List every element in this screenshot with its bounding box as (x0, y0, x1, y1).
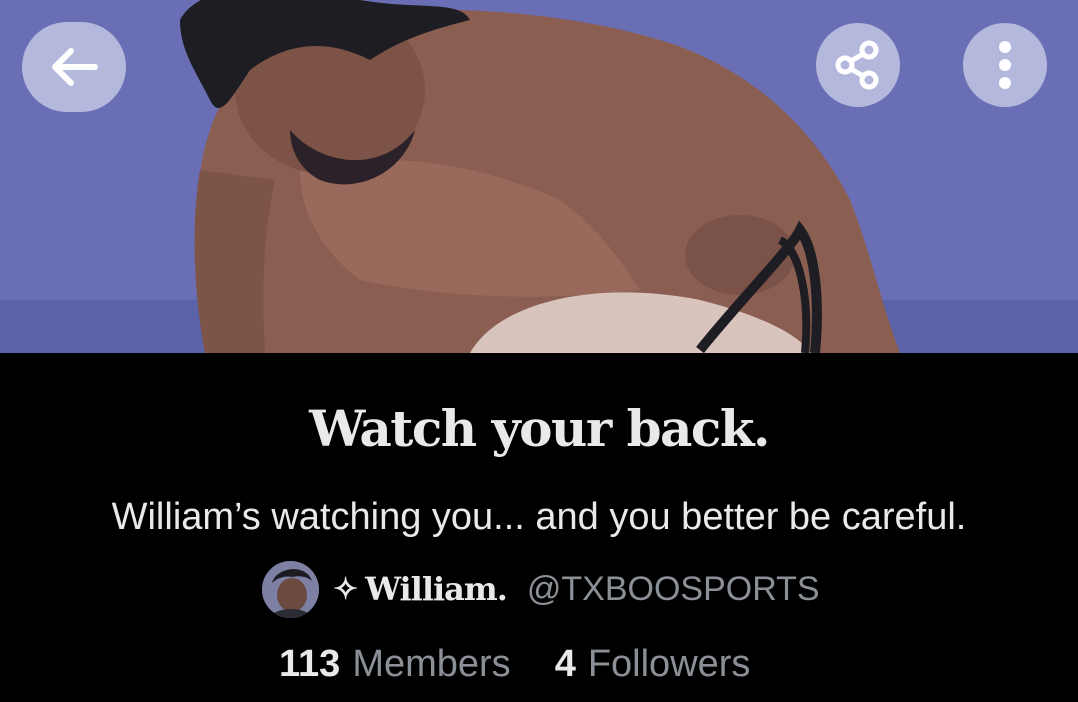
more-vertical-icon (999, 41, 1011, 89)
community-page: Watch your back. William’s watching you.… (0, 0, 1078, 702)
share-icon (835, 40, 879, 90)
owner-name-block: ✧ William. (333, 570, 508, 608)
arrow-left-icon (52, 48, 98, 86)
members-label: Members (352, 643, 511, 685)
followers-stat[interactable]: 4 Followers (555, 645, 751, 683)
followers-label: Followers (587, 643, 751, 685)
sparkle-icon: ✧ (333, 571, 358, 607)
community-description: William’s watching you... and you better… (111, 496, 967, 538)
members-count: 113 (279, 643, 341, 685)
share-button[interactable] (816, 23, 900, 107)
community-stats: 113 Members 4 Followers (279, 641, 750, 687)
back-button[interactable] (22, 22, 126, 112)
followers-count: 4 (554, 643, 576, 685)
banner-illustration (0, 0, 1078, 353)
community-owner[interactable]: ✧ William. @TXBOOSPORTS (262, 560, 820, 618)
community-banner (0, 0, 1078, 353)
owner-name: William. (365, 570, 508, 608)
avatar[interactable] (262, 560, 319, 618)
owner-handle: @TXBOOSPORTS (526, 569, 820, 608)
more-options-button[interactable] (963, 23, 1047, 107)
members-stat[interactable]: 113 Members (279, 645, 511, 683)
community-title: Watch your back. (309, 399, 770, 458)
avatar-image (262, 560, 319, 618)
